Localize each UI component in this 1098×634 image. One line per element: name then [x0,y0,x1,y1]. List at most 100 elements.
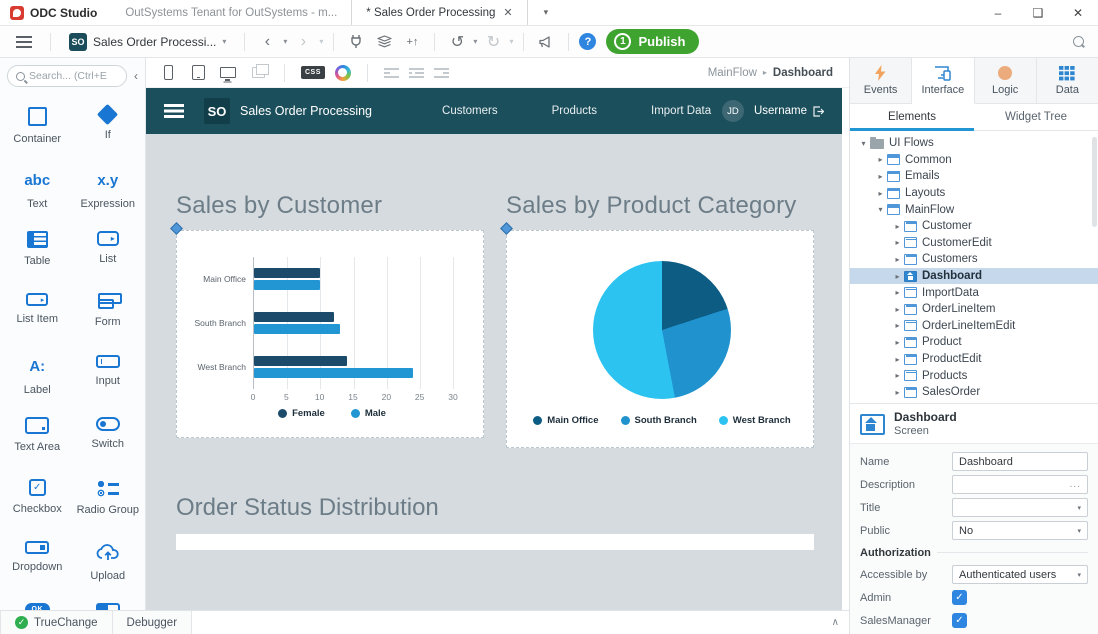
undo-button[interactable]: ↺ [445,30,469,54]
module-selector[interactable]: SO Sales Order Processi... ▾ [61,30,234,54]
close-button[interactable]: ✕ [1058,0,1098,25]
tree-item-emails[interactable]: ▸Emails [850,168,1098,185]
breadcrumb-parent[interactable]: MainFlow [708,67,757,79]
publish-button[interactable]: 1 Publish [606,29,699,54]
navigate-back-button[interactable]: ‹ [255,30,279,54]
tab-list-dropdown[interactable]: ▾ [528,0,565,25]
toolbox-item-label[interactable]: A:Label [2,355,73,397]
chart2-heading[interactable]: Sales by Product Category [506,192,814,220]
tab-logic[interactable]: Logic [975,58,1037,103]
title-select[interactable]: ▾ [952,498,1088,517]
phone-preview-icon[interactable] [158,63,178,83]
toolbox-item-list[interactable]: ▸List [73,231,144,273]
toolbox-search[interactable] [7,65,127,87]
description-input[interactable]: ... [952,475,1088,494]
tree-item-customers[interactable]: ▸Customers [850,251,1098,268]
toolbox-item-upload[interactable]: Upload [73,541,144,583]
truechange-tab[interactable]: ✓ TrueChange [0,611,113,634]
tree-item-common[interactable]: ▸Common [850,152,1098,169]
environment-tab[interactable]: OutSystems Tenant for OutSystems - m... [111,0,351,25]
add-dependency-icon[interactable]: +↑ [400,30,424,54]
redo-button[interactable]: ↻ [481,30,505,54]
toolbox-item-checkbox[interactable]: ✓Checkbox [2,479,73,521]
salesmanager-checkbox[interactable]: ✓ [952,613,967,628]
toolbox-item-switch[interactable]: Switch [73,417,144,459]
chevron-right-icon[interactable]: ▸ [892,272,903,281]
chevron-right-icon[interactable]: ▸ [892,238,903,247]
username-menu[interactable]: Username [754,105,824,117]
tablet-preview-icon[interactable] [188,63,208,83]
desktop-preview-icon[interactable] [218,63,238,83]
align-center-icon[interactable] [409,67,424,78]
selection-handle-icon[interactable] [500,222,513,235]
toolbox-item-input[interactable]: Input [73,355,144,397]
tree-item-customeredit[interactable]: ▸CustomerEdit [850,235,1098,252]
close-tab-icon[interactable]: ✕ [503,6,512,19]
toolbox-item-table[interactable]: Table [2,231,73,273]
public-select[interactable]: No▾ [952,521,1088,540]
collapse-toolbox-icon[interactable]: ‹ [131,69,141,83]
module-tab[interactable]: * Sales Order Processing ✕ [351,0,527,25]
tree-item-dashboard[interactable]: ▸Dashboard [850,268,1098,285]
app-logo-badge[interactable]: SO [204,98,230,124]
collapse-panel-icon[interactable]: ∧ [822,611,849,634]
tree-item-orderlineitem[interactable]: ▸OrderLineItem [850,301,1098,318]
tab-events[interactable]: Events [850,58,912,103]
forward-history-dropdown[interactable]: ▾ [319,37,323,46]
feedback-megaphone-icon[interactable] [534,30,558,54]
chevron-right-icon[interactable]: ▸ [892,371,903,380]
tree-item-ui-flows[interactable]: ▾UI Flows [850,135,1098,152]
admin-checkbox[interactable]: ✓ [952,590,967,605]
chevron-right-icon[interactable]: ▸ [892,288,903,297]
tree-item-mainflow[interactable]: ▾MainFlow [850,201,1098,218]
ellipsis-expand-button[interactable]: ... [1070,479,1081,490]
chevron-right-icon[interactable]: ▸ [892,338,903,347]
app-nav-link-products[interactable]: Products [552,105,597,117]
tree-scrollbar[interactable] [1092,137,1097,227]
chevron-right-icon[interactable]: ▸ [875,189,886,198]
pie-chart-widget[interactable]: Main OfficeSouth BranchWest Branch [506,230,814,448]
toolbox-item-text-area[interactable]: Text Area [2,417,73,459]
compare-merge-icon[interactable] [372,30,396,54]
chevron-right-icon[interactable]: ▸ [875,172,886,181]
undo-history-dropdown[interactable]: ▾ [473,37,477,46]
subtab-widget-tree[interactable]: Widget Tree [974,104,1098,130]
chevron-right-icon[interactable]: ▸ [892,355,903,364]
chart1-heading[interactable]: Sales by Customer [176,192,484,220]
toolbox-item-radio-group[interactable]: Radio Group [73,479,144,521]
toolbox-item-dropdown[interactable]: Dropdown [2,541,73,583]
search-icon[interactable] [1066,30,1090,54]
menu-icon[interactable] [16,36,32,48]
toolbox-item-expression[interactable]: x.yExpression [73,169,144,211]
chevron-right-icon[interactable]: ▸ [892,388,903,397]
chevron-down-icon[interactable]: ▾ [858,139,869,148]
chevron-right-icon[interactable]: ▸ [892,255,903,264]
toolbox-item-button[interactable]: Button [73,603,144,610]
tree-item-salesorder[interactable]: ▸SalesOrder [850,384,1098,401]
tab-interface[interactable]: Interface [912,58,974,104]
app-nav-link-import-data[interactable]: Import Data [651,105,711,117]
toolbox-item-button[interactable]: OKButton [2,603,73,610]
minimize-button[interactable]: – [978,0,1018,25]
subtab-elements[interactable]: Elements [850,104,974,130]
toolbox-item-if[interactable]: If [73,107,144,149]
tree-item-product[interactable]: ▸Product [850,334,1098,351]
align-right-icon[interactable] [434,67,449,78]
order-status-widget[interactable] [176,534,814,550]
align-left-icon[interactable] [384,67,399,78]
chevron-right-icon[interactable]: ▸ [892,222,903,231]
app-title[interactable]: Sales Order Processing [240,104,372,118]
tree-item-products[interactable]: ▸Products [850,367,1098,384]
navigate-forward-button[interactable]: › [291,30,315,54]
tree-item-productedit[interactable]: ▸ProductEdit [850,351,1098,368]
name-input[interactable]: Dashboard [952,452,1088,471]
maximize-button[interactable]: ❑ [1018,0,1058,25]
app-menu-icon[interactable] [164,104,184,118]
toolbox-item-list-item[interactable]: ▸List Item [2,293,73,335]
chevron-right-icon[interactable]: ▸ [892,305,903,314]
toolbox-item-form[interactable]: Form [73,293,144,335]
tree-item-customer[interactable]: ▸Customer [850,218,1098,235]
app-nav-link-customers[interactable]: Customers [442,105,498,117]
css-editor-icon[interactable]: CSS [301,66,325,79]
bar-chart-widget[interactable]: Main OfficeSouth BranchWest Branch 05101… [176,230,484,438]
